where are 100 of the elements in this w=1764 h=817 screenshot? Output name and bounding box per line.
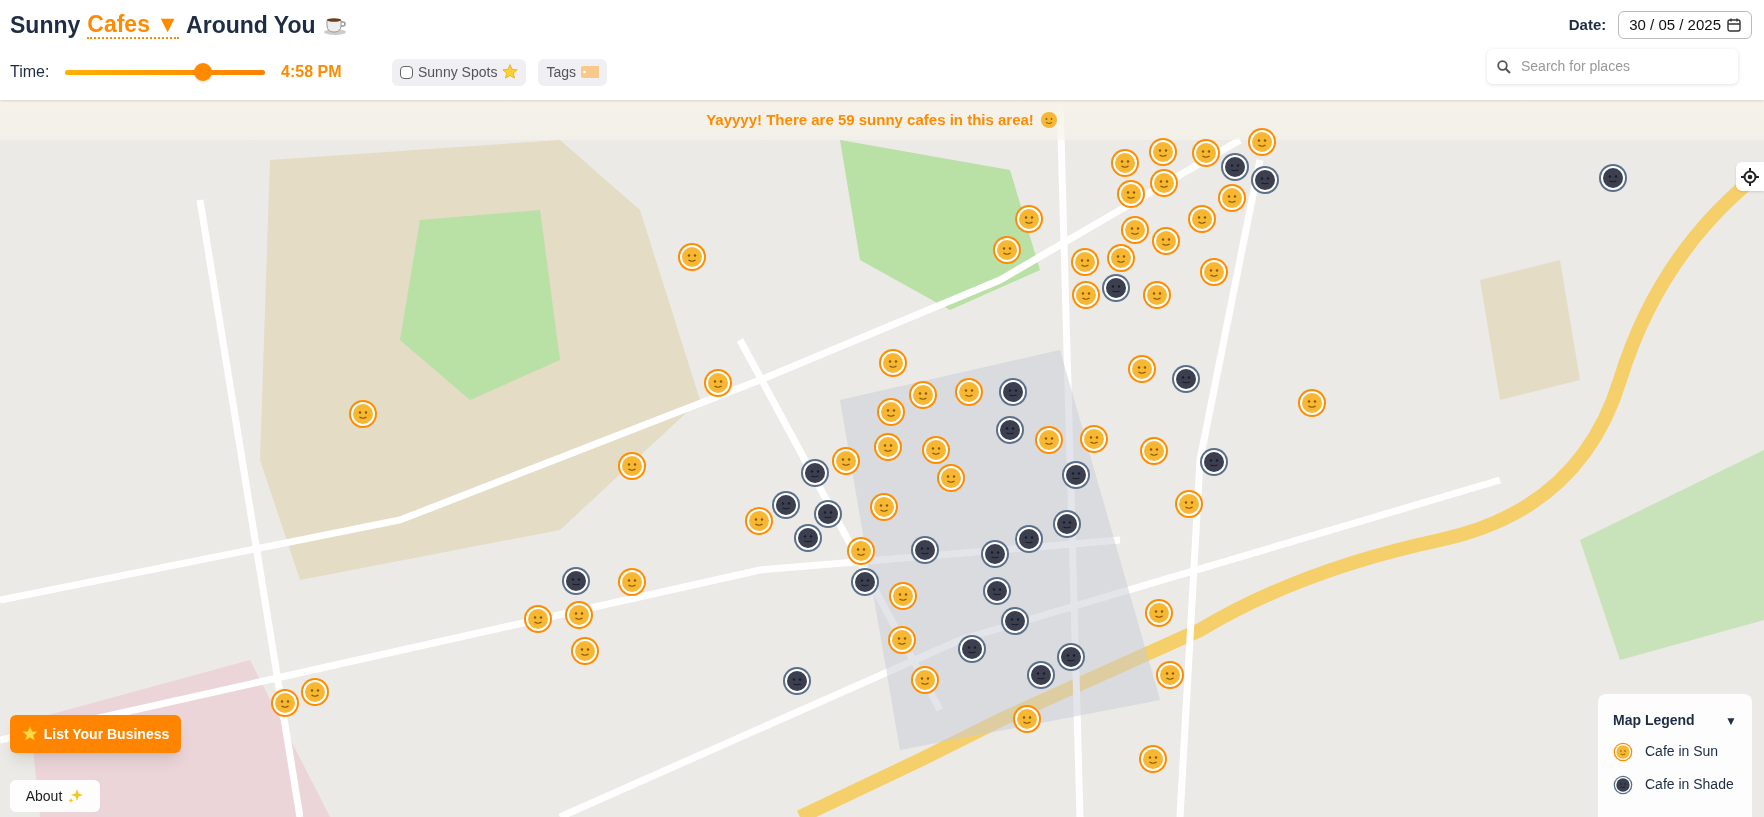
sun-marker-icon[interactable]: [348, 399, 378, 429]
sun-marker-icon[interactable]: [1139, 436, 1169, 466]
sun-marker-icon[interactable]: [1199, 257, 1229, 287]
sun-marker-icon[interactable]: [703, 368, 733, 398]
locate-icon: [1741, 167, 1759, 186]
sun-marker-icon[interactable]: [1191, 138, 1221, 168]
sun-marker-icon[interactable]: [1120, 215, 1150, 245]
sun-marker-icon[interactable]: [1071, 280, 1101, 310]
sun-marker-icon[interactable]: [300, 677, 330, 707]
sun-marker-icon[interactable]: [921, 435, 951, 465]
shade-marker-icon[interactable]: [995, 415, 1025, 445]
shade-marker-icon[interactable]: [980, 539, 1010, 569]
sun-marker-icon[interactable]: [936, 463, 966, 493]
shade-marker-icon[interactable]: [782, 666, 812, 696]
time-label: Time:: [10, 62, 51, 82]
tags-button[interactable]: Tags: [538, 58, 607, 86]
shade-marker-icon[interactable]: [1220, 152, 1250, 182]
sun-marker-icon[interactable]: [887, 625, 917, 655]
sun-marker-icon[interactable]: [677, 242, 707, 272]
shade-marker-icon[interactable]: [1052, 509, 1082, 539]
sun-marker-icon[interactable]: [1012, 704, 1042, 734]
sun-marker-icon[interactable]: [878, 348, 908, 378]
app-title: Around You: [186, 10, 316, 40]
sun-marker-icon[interactable]: [1149, 168, 1179, 198]
sun-marker-icon[interactable]: [1247, 127, 1277, 157]
shade-marker-icon[interactable]: [998, 377, 1028, 407]
sun-marker-icon[interactable]: [876, 397, 906, 427]
sun-marker-icon[interactable]: [954, 377, 984, 407]
legend-label: Cafe in Sun: [1645, 742, 1719, 761]
sun-marker-icon[interactable]: [888, 581, 918, 611]
sun-marker-icon[interactable]: [1116, 179, 1146, 209]
shade-marker-icon[interactable]: [957, 634, 987, 664]
sun-legend-icon: [1613, 741, 1633, 762]
shade-marker-icon[interactable]: [850, 567, 880, 597]
sun-marker-icon[interactable]: [1174, 489, 1204, 519]
shade-marker-icon[interactable]: [800, 458, 830, 488]
shade-marker-icon[interactable]: [1171, 364, 1201, 394]
sun-marker-icon[interactable]: [1297, 388, 1327, 418]
calendar-icon[interactable]: [1727, 18, 1741, 32]
date-field[interactable]: 30 / 05 / 2025: [1618, 11, 1752, 39]
sun-marker-icon[interactable]: [1187, 204, 1217, 234]
sun-marker-icon[interactable]: [744, 506, 774, 536]
shade-marker-icon[interactable]: [1014, 524, 1044, 554]
star-icon: [21, 726, 38, 742]
sun-marker-icon[interactable]: [1079, 424, 1109, 454]
sparkles-icon: [68, 788, 85, 804]
sun-marker-icon[interactable]: [869, 492, 899, 522]
sun-marker-icon[interactable]: [846, 536, 876, 566]
locate-button[interactable]: [1736, 162, 1764, 191]
sun-marker-icon[interactable]: [992, 235, 1022, 265]
search-icon: [1497, 59, 1511, 74]
sun-marker-icon[interactable]: [564, 600, 594, 630]
search-field[interactable]: Search for places: [1487, 48, 1738, 84]
sun-marker-icon[interactable]: [1014, 204, 1044, 234]
shade-marker-icon[interactable]: [1199, 447, 1229, 477]
shade-marker-icon[interactable]: [1598, 163, 1628, 193]
sun-marker-icon[interactable]: [1217, 183, 1247, 213]
sun-marker-icon[interactable]: [1148, 137, 1178, 167]
sun-marker-icon[interactable]: [523, 604, 553, 634]
shade-marker-icon[interactable]: [561, 566, 591, 596]
shade-marker-icon[interactable]: [813, 499, 843, 529]
shade-marker-icon[interactable]: [1101, 273, 1131, 303]
shade-marker-icon[interactable]: [1061, 460, 1091, 490]
sunny-spots-checkbox[interactable]: [400, 65, 413, 79]
sun-marker-icon[interactable]: [570, 636, 600, 666]
shade-marker-icon[interactable]: [1000, 606, 1030, 636]
sun-marker-icon[interactable]: [1034, 425, 1064, 455]
sun-marker-icon[interactable]: [1106, 243, 1136, 273]
sun-marker-icon[interactable]: [270, 688, 300, 718]
star-icon: [502, 64, 519, 80]
shade-marker-icon[interactable]: [793, 523, 823, 553]
time-slider[interactable]: [65, 62, 265, 82]
sun-marker-icon[interactable]: [617, 567, 647, 597]
sun-marker-icon[interactable]: [1110, 148, 1140, 178]
shade-marker-icon[interactable]: [910, 535, 940, 565]
slider-thumb[interactable]: [194, 63, 212, 81]
shade-legend-icon: [1613, 774, 1633, 795]
sun-marker-icon[interactable]: [908, 380, 938, 410]
sun-marker-icon[interactable]: [873, 432, 903, 462]
tag-icon: [580, 66, 599, 78]
sun-marker-icon[interactable]: [1070, 247, 1100, 277]
shade-marker-icon[interactable]: [982, 576, 1012, 606]
shade-marker-icon[interactable]: [1250, 165, 1280, 195]
sun-marker-icon[interactable]: [1155, 660, 1185, 690]
sun-marker-icon[interactable]: [1144, 598, 1174, 628]
sun-face-icon: [1039, 111, 1058, 129]
sun-marker-icon[interactable]: [1138, 744, 1168, 774]
sun-marker-icon[interactable]: [1151, 226, 1181, 256]
sun-marker-icon[interactable]: [1127, 354, 1157, 384]
sun-marker-icon[interactable]: [1142, 280, 1172, 310]
legend-toggle[interactable]: ▼: [1725, 711, 1737, 730]
legend-label: Cafe in Shade: [1645, 775, 1734, 794]
sun-marker-icon[interactable]: [617, 451, 647, 481]
sunny-spots-toggle[interactable]: Sunny Spots: [392, 58, 527, 86]
shade-marker-icon[interactable]: [1026, 660, 1056, 690]
sun-marker-icon[interactable]: [910, 665, 940, 695]
sun-marker-icon[interactable]: [831, 446, 861, 476]
shade-marker-icon[interactable]: [771, 490, 801, 520]
about-button[interactable]: About: [10, 780, 100, 812]
shade-marker-icon[interactable]: [1056, 642, 1086, 672]
